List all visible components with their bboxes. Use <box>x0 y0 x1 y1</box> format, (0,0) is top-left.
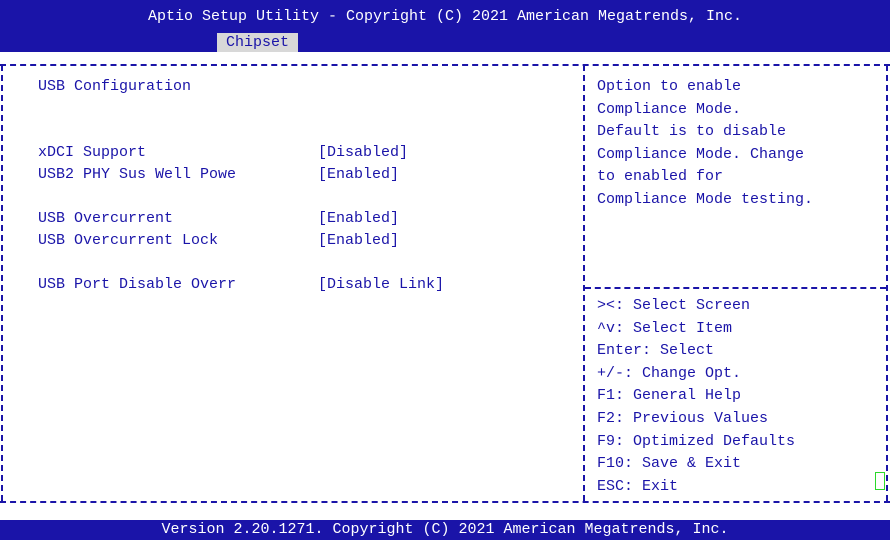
text-cursor <box>875 472 885 490</box>
left-border <box>1 65 3 501</box>
help-line: Compliance Mode testing. <box>597 191 814 208</box>
setting-value[interactable]: [Enabled] <box>318 165 399 185</box>
setting-label: USB Port Disable Overr <box>38 276 237 293</box>
help-line: Option to enable <box>597 78 742 95</box>
help-line: Default is to disable <box>597 123 787 141</box>
version-text: Version 2.20.1271. Copyright (C) 2021 Am… <box>161 521 729 538</box>
key-help-item: Enter: Select <box>597 342 715 360</box>
help-divider <box>585 287 886 289</box>
key-help-item: +/-: Change Opt. <box>597 364 742 382</box>
setting-value[interactable]: [Disabled] <box>318 143 408 163</box>
footer-bar: Version 2.20.1271. Copyright (C) 2021 Am… <box>0 520 890 540</box>
bios-screen: Aptio Setup Utility - Copyright (C) 2021… <box>0 0 890 540</box>
help-line: to enabled for <box>597 168 724 186</box>
setting-value[interactable]: [Enabled] <box>318 231 399 251</box>
key-help-item: ^v: Select Item <box>597 319 733 337</box>
key-help-item: F10: Save & Exit <box>597 455 742 473</box>
key-help-item: ><: Select Screen <box>597 297 751 314</box>
header-bar: Aptio Setup Utility - Copyright (C) 2021… <box>0 0 890 53</box>
key-help-item: F2: Previous Values <box>597 410 769 427</box>
setting-label: xDCI Support <box>38 144 147 161</box>
top-border <box>0 64 890 66</box>
section-title: USB Configuration <box>38 78 192 95</box>
bottom-border <box>0 501 890 503</box>
setting-label: USB2 PHY Sus Well Powe <box>38 166 237 183</box>
setting-value[interactable]: [Disable Link] <box>318 275 444 295</box>
setting-label: XHCI Compliance Mode <box>38 122 219 139</box>
right-border <box>886 65 888 501</box>
main-panel: USB Configuration XHCI Compliance Mode [… <box>0 52 890 520</box>
setting-value[interactable]: [Disabled] <box>318 121 408 141</box>
key-help-item: F9: Optimized Defaults <box>597 432 796 450</box>
help-line: Compliance Mode. Change <box>597 145 805 163</box>
tab-chipset[interactable]: Chipset <box>217 33 299 53</box>
setting-label: USB Overcurrent Lock <box>38 232 219 249</box>
column-divider <box>583 65 585 501</box>
key-help-item: F1: General Help <box>597 387 742 405</box>
key-help-item: ESC: Exit <box>597 477 679 495</box>
setting-value[interactable]: [Enabled] <box>318 209 399 229</box>
help-line: Compliance Mode. <box>597 100 742 118</box>
setting-label: USB Overcurrent <box>38 210 174 227</box>
utility-title: Aptio Setup Utility - Copyright (C) 2021… <box>147 8 743 25</box>
